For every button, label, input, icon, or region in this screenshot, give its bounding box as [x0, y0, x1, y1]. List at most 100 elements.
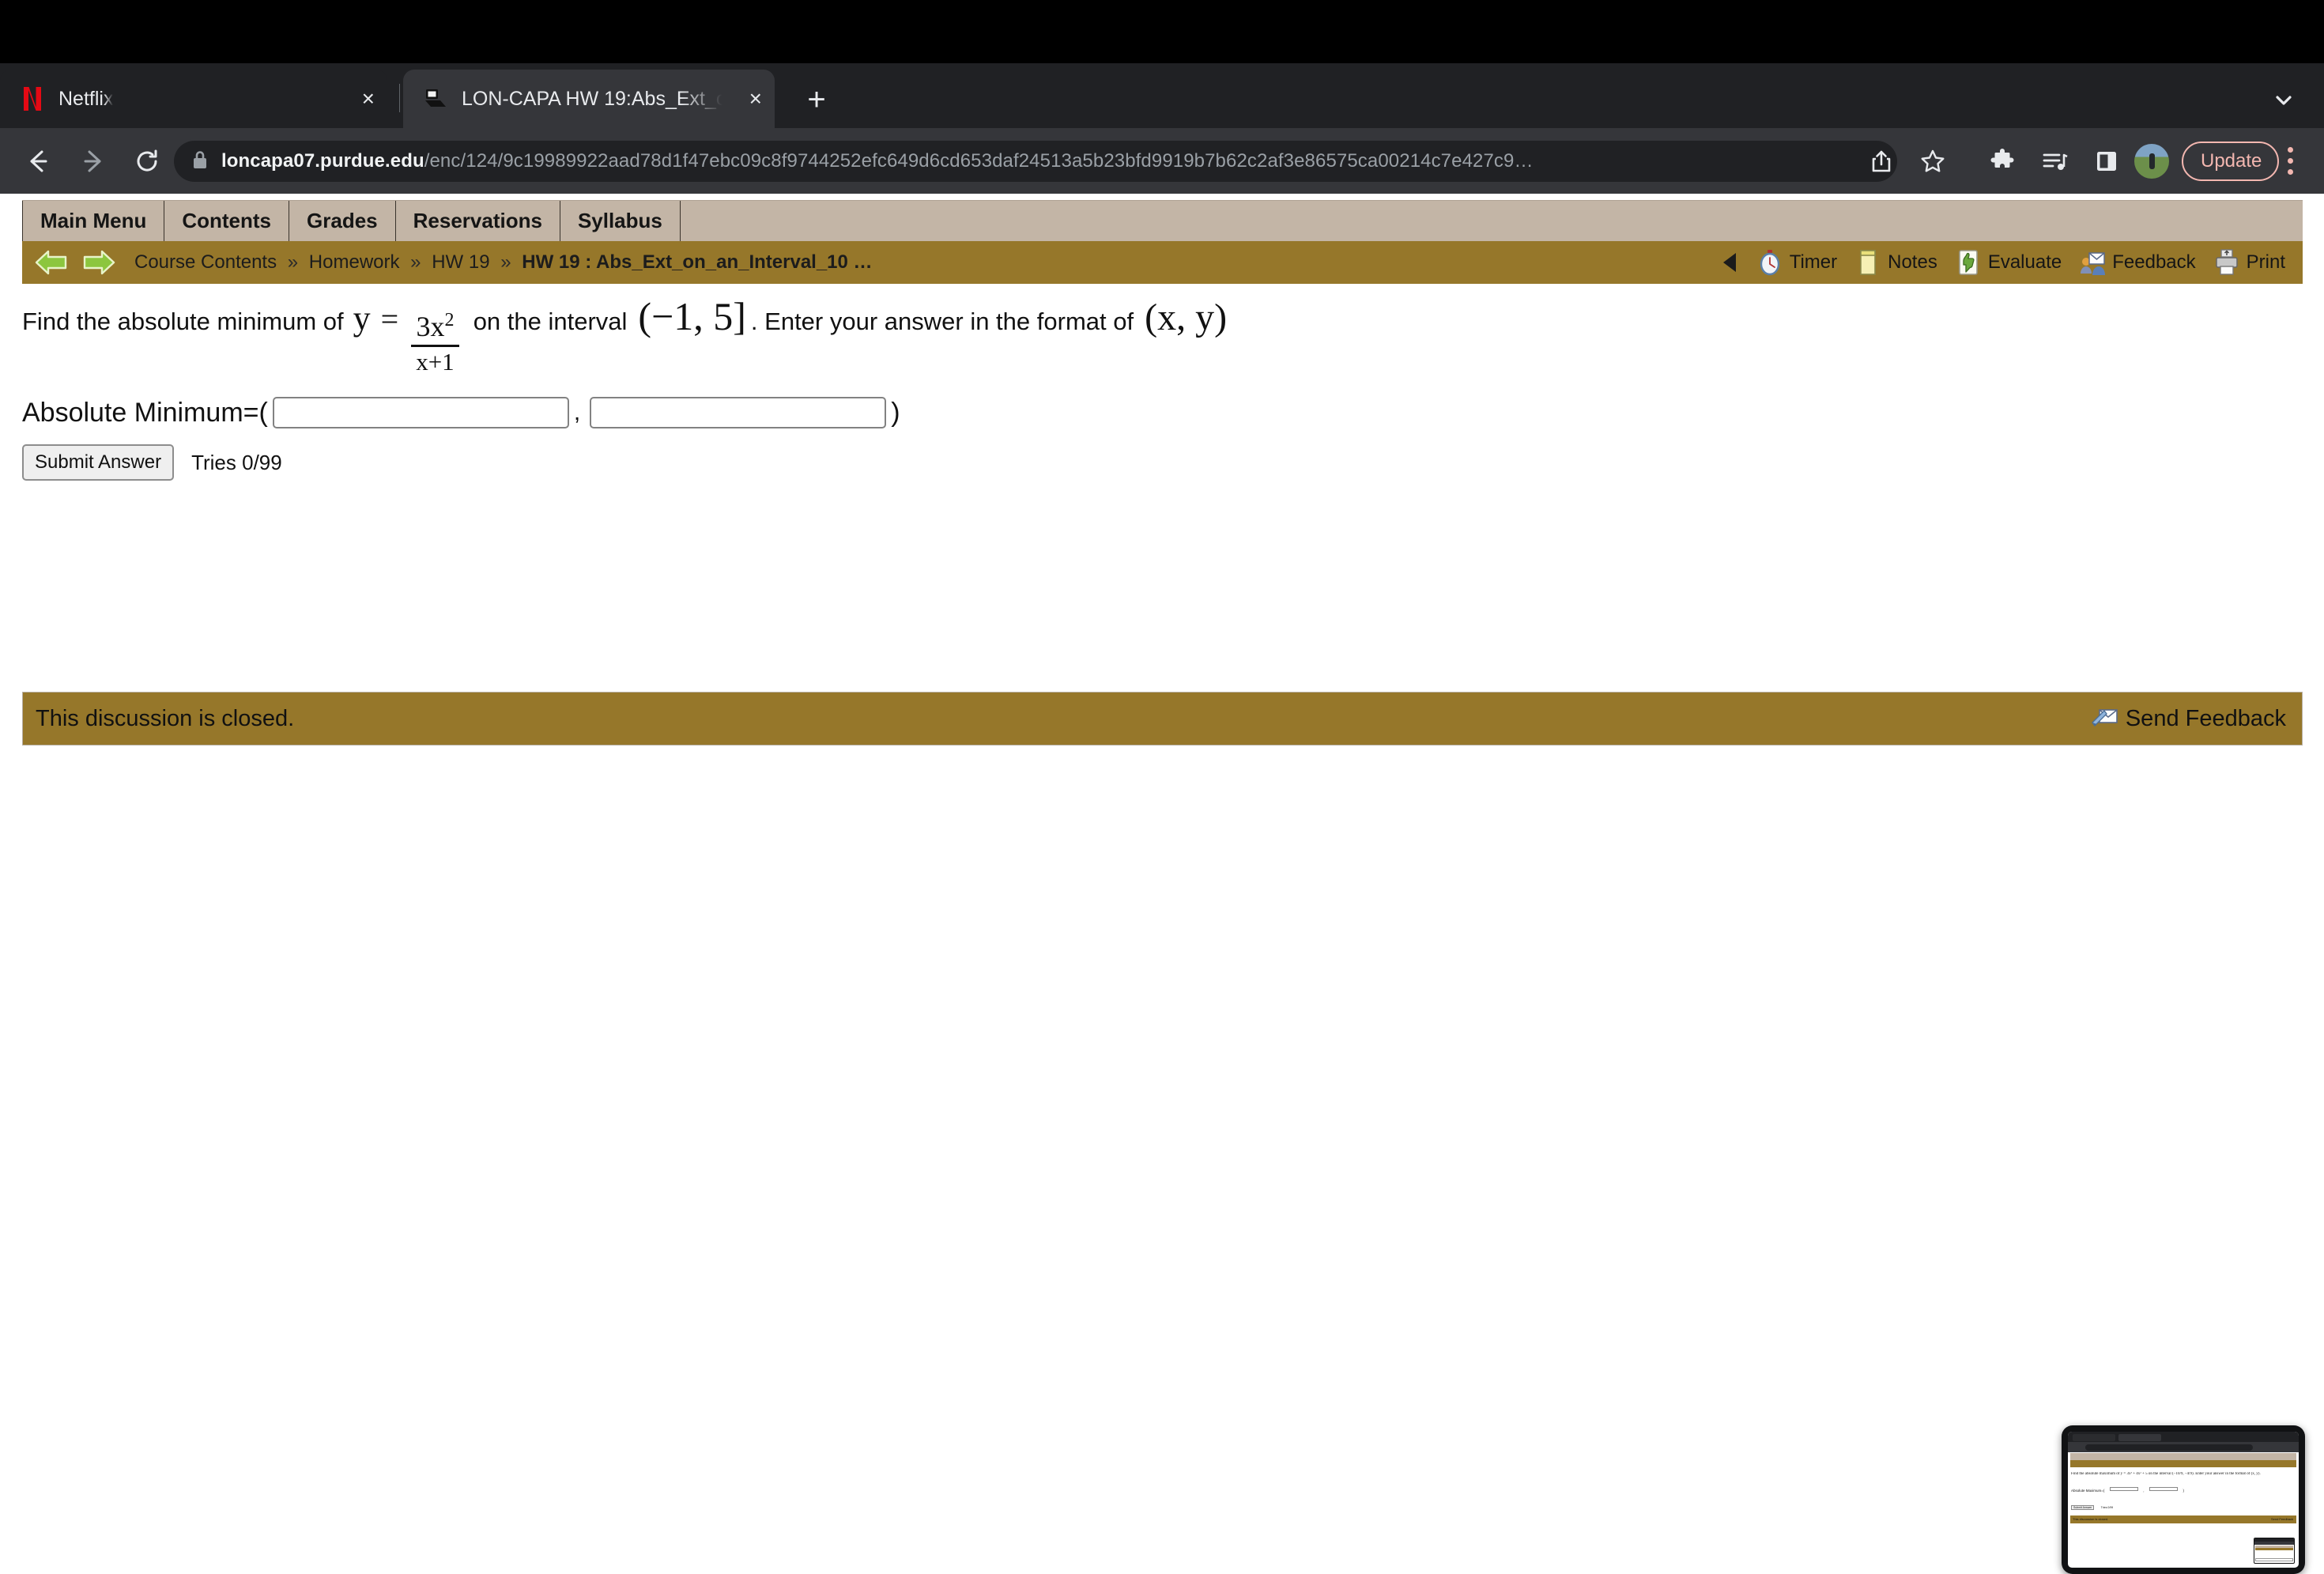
menu-item-label: Reservations: [413, 209, 542, 232]
extensions-puzzle-icon[interactable]: [1983, 142, 2022, 181]
side-panel-icon[interactable]: [2087, 142, 2126, 181]
pip-breadcrumb-bar: [2070, 1460, 2296, 1467]
address-path: /enc/124/9c19989922aad78d1f47ebc09c8f974…: [424, 150, 1534, 172]
menu-item-main-menu[interactable]: Main Menu: [22, 201, 165, 241]
tries-counter: Tries 0/99: [191, 450, 282, 474]
question-text-part1: Find the absolute minimum of: [22, 308, 344, 335]
breadcrumb-item-homework[interactable]: Homework: [309, 251, 400, 273]
breadcrumb-separator: »: [410, 251, 421, 273]
question-text-part2: on the interval: [473, 308, 628, 335]
pip-menu-bar: [2070, 1453, 2296, 1460]
chevron-down-icon[interactable]: [2270, 87, 2297, 114]
breadcrumb-separator: »: [287, 251, 299, 273]
toolbar-item-feedback[interactable]: Feedback: [2079, 249, 2196, 276]
tab-title: LON-CAPA HW 19:Abs_Ext_on: [462, 87, 722, 110]
menu-item-reservations[interactable]: Reservations: [396, 201, 560, 241]
pip-discussion-bar: This discussion is closed. Send Feedback: [2070, 1515, 2296, 1524]
feedback-envelope-icon: [2091, 707, 2118, 730]
toolbar-item-timer[interactable]: Timer: [1756, 249, 1837, 276]
arrow-left-icon[interactable]: [33, 247, 70, 278]
browser-chrome: Netflix × LON-CAPA HW 19:Abs_Ext_on × +: [0, 63, 2324, 194]
feedback-envelope-icon: [2079, 249, 2106, 276]
breadcrumb: Course Contents » Homework » HW 19 » HW …: [134, 251, 873, 274]
menu-item-label: Syllabus: [577, 209, 662, 232]
os-top-strip: [0, 0, 2324, 63]
menu-item-contents[interactable]: Contents: [164, 201, 290, 241]
pip-address-bar: [2068, 1442, 2299, 1452]
pip-answer-close-paren: ): [2183, 1489, 2184, 1493]
breadcrumb-item-hw19[interactable]: HW 19: [432, 251, 489, 273]
tab-separator: [399, 84, 400, 112]
pip-nested-omnibox: [2254, 1542, 2294, 1545]
bookmark-star-icon[interactable]: [1913, 142, 1952, 181]
math-equals: =: [380, 301, 399, 337]
browser-menu-icon[interactable]: [2288, 147, 2294, 176]
arrow-right-icon[interactable]: [81, 247, 117, 278]
menu-item-label: Main Menu: [40, 209, 147, 232]
toolbar-item-label: Notes: [1888, 251, 1937, 273]
page-content: Main Menu Contents Grades Reservations S…: [0, 194, 2324, 1574]
discussion-bar: This discussion is closed. Send Feedback: [22, 692, 2303, 745]
pip-tab: [2073, 1434, 2115, 1441]
math-fraction: 3x2 x+1: [411, 310, 459, 376]
tab-strip: Netflix × LON-CAPA HW 19:Abs_Ext_on × +: [0, 63, 2324, 128]
pip-answer-row: Absolute Maximum=( , ): [2071, 1482, 2296, 1496]
back-icon[interactable]: [16, 139, 60, 183]
new-tab-button[interactable]: +: [798, 82, 835, 119]
share-icon[interactable]: [1862, 142, 1901, 181]
menu-item-grades[interactable]: Grades: [289, 201, 396, 241]
toolbar-item-label: Feedback: [2112, 251, 2196, 273]
pip-submit-button: Submit Answer: [2071, 1505, 2095, 1511]
breadcrumb-item-course-contents[interactable]: Course Contents: [134, 251, 277, 273]
pip-address-field: [2085, 1444, 2253, 1451]
address-bar[interactable]: loncapa07.purdue.edu/enc/124/9c19989922a…: [174, 141, 1897, 182]
submit-row: Submit Answer Tries 0/99: [22, 444, 2299, 481]
tab-close-icon[interactable]: ×: [729, 88, 762, 110]
toolbar-item-print[interactable]: Print: [2213, 249, 2285, 276]
pip-question-text: Find the absolute maximum of y = 3x³ + 4…: [2071, 1472, 2261, 1476]
fraction-numerator: 3x2: [411, 310, 458, 342]
toolbar-item-label: Timer: [1789, 251, 1838, 273]
submit-answer-button[interactable]: Submit Answer: [22, 444, 175, 481]
pip-answer-label: Absolute Maximum=(: [2071, 1489, 2105, 1493]
math-variable-y: y: [353, 299, 371, 338]
reload-icon[interactable]: [125, 139, 169, 183]
breadcrumb-separator: »: [500, 251, 511, 273]
browser-tab-netflix[interactable]: Netflix ×: [0, 70, 387, 128]
pip-tries: Tries 0/99: [2100, 1506, 2114, 1510]
loncapa-menu-bar: Main Menu Contents Grades Reservations S…: [22, 200, 2303, 241]
pip-content: Find the absolute maximum of y = 3x³ + 4…: [2068, 1432, 2299, 1568]
toolbar-item-evaluate[interactable]: Evaluate: [1955, 249, 2062, 276]
netflix-icon: [21, 87, 44, 111]
browser-tab-loncapa[interactable]: LON-CAPA HW 19:Abs_Ext_on ×: [403, 70, 775, 128]
update-button[interactable]: Update: [2182, 142, 2280, 181]
breadcrumb-item-current: HW 19 : Abs_Ext_on_an_Interval_10 …: [522, 251, 873, 273]
answer-x-input[interactable]: [272, 397, 569, 429]
avatar-figure: [2149, 153, 2155, 169]
media-playlist-icon[interactable]: [2035, 142, 2075, 181]
tab-title: Netflix: [58, 87, 114, 110]
question-text-part3: . Enter your answer in the format of: [750, 308, 1134, 335]
tab-close-icon[interactable]: ×: [341, 88, 375, 110]
collapse-left-caret-icon[interactable]: [1722, 253, 1736, 272]
pip-tab-strip: [2068, 1432, 2299, 1442]
answer-y-input[interactable]: [590, 397, 887, 429]
pip-answer-comma: ,: [2143, 1489, 2145, 1493]
picture-in-picture-window[interactable]: Find the absolute maximum of y = 3x³ + 4…: [2062, 1425, 2305, 1574]
math-answer-format: (x, y): [1145, 296, 1228, 338]
send-feedback-button[interactable]: Send Feedback: [2091, 706, 2286, 732]
discussion-status-text: This discussion is closed.: [36, 705, 295, 731]
loncapa-breadcrumb-bar: Course Contents » Homework » HW 19 » HW …: [22, 241, 2303, 284]
loncapa-toolbar: Timer Notes Evaluate Feedback Print: [1722, 249, 2303, 276]
question-statement: Find the absolute minimum of y = 3x2 x+1…: [22, 294, 2299, 374]
avatar[interactable]: [2134, 144, 2169, 179]
toolbar-item-label: Print: [2246, 251, 2285, 273]
fraction-denominator: x+1: [416, 347, 455, 376]
menu-item-syllabus[interactable]: Syllabus: [560, 201, 681, 241]
timer-icon: [1756, 249, 1783, 276]
toolbar-item-label: Evaluate: [1987, 251, 2062, 273]
forward-icon[interactable]: [71, 139, 115, 183]
numerator-exponent: 2: [444, 310, 455, 330]
toolbar-item-notes[interactable]: Notes: [1854, 249, 1937, 276]
math-interval: (−1, 5]: [638, 294, 746, 338]
